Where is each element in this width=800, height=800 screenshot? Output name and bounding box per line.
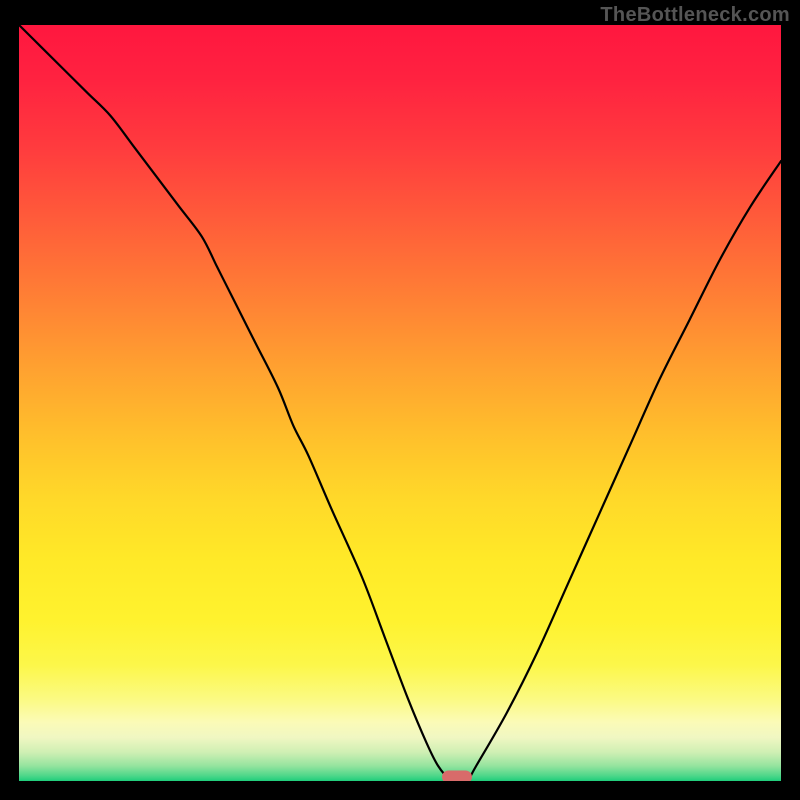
bottleneck-marker <box>442 771 472 782</box>
watermark-text: TheBottleneck.com <box>600 4 790 27</box>
chart-frame: TheBottleneck.com <box>0 0 800 800</box>
plot-area <box>19 25 781 781</box>
bottleneck-curve <box>19 25 781 781</box>
